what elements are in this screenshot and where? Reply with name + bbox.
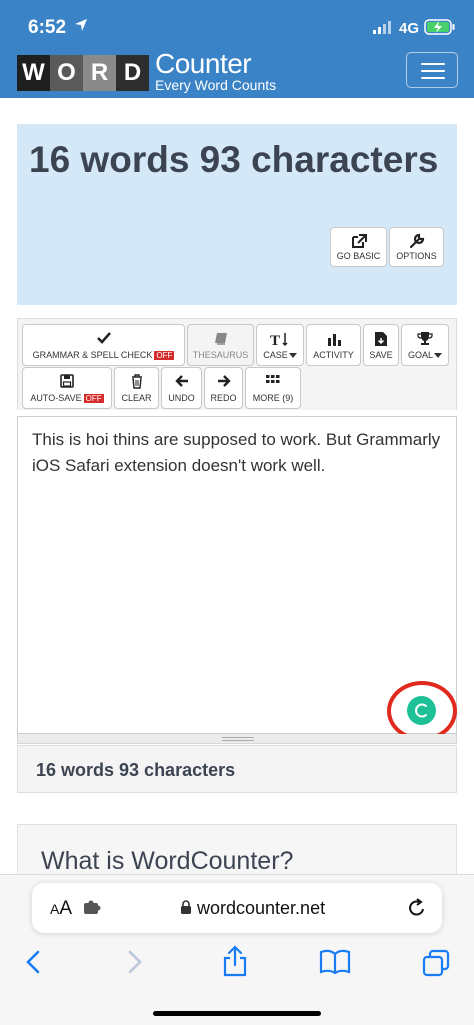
logo-wordmark[interactable]: Counter Every Word Counts xyxy=(155,48,277,93)
clear-button[interactable]: CLEAR xyxy=(114,367,159,409)
bottom-count-bar: 16 words 93 characters xyxy=(17,745,457,793)
text-case-icon: T xyxy=(270,333,288,347)
logo-letter: O xyxy=(50,55,83,91)
redo-label: REDO xyxy=(210,393,237,403)
more-label: MORE (9) xyxy=(252,393,294,403)
bar-chart-icon xyxy=(327,334,341,346)
options-label: OPTIONS xyxy=(396,251,437,261)
grammarly-icon xyxy=(415,703,427,718)
address-bar[interactable]: AAAA wordcounter.net xyxy=(32,883,442,933)
text-editor[interactable]: This is hoi thins are supposed to work. … xyxy=(17,416,457,734)
redo-button[interactable]: REDO xyxy=(204,367,243,409)
network-type: 4G xyxy=(399,20,420,37)
grammar-label: GRAMMAR & SPELL CHECK xyxy=(32,350,153,360)
about-heading: What is WordCounter? xyxy=(41,847,294,875)
bookmarks-icon[interactable] xyxy=(319,949,351,975)
home-indicator xyxy=(153,1011,321,1016)
reload-icon[interactable] xyxy=(406,897,428,919)
extension-puzzle-icon[interactable] xyxy=(82,900,102,916)
goal-dropdown[interactable]: GOAL xyxy=(401,324,449,366)
battery-charging-icon xyxy=(424,19,455,35)
go-basic-button[interactable]: GO BASIC xyxy=(330,227,387,267)
page-settings-button[interactable]: AAAA xyxy=(50,898,72,920)
floppy-disk-icon xyxy=(60,374,74,388)
logo-letter: W xyxy=(17,55,50,91)
caret-down-icon xyxy=(288,353,297,359)
activity-label: ACTIVITY xyxy=(313,350,354,360)
trophy-icon xyxy=(417,332,433,345)
checkmark-icon xyxy=(96,332,111,344)
share-icon[interactable] xyxy=(222,945,248,977)
go-basic-label: GO BASIC xyxy=(336,251,381,261)
book-icon xyxy=(214,333,227,345)
count-summary-panel: 16 words 93 characters GO BASIC OPTIONS xyxy=(17,124,457,305)
options-button[interactable]: OPTIONS xyxy=(389,227,444,267)
forward-icon[interactable] xyxy=(126,949,144,975)
auto-save-label: AUTO-SAVE xyxy=(30,393,82,403)
logo-tagline: Every Word Counts xyxy=(155,77,277,93)
site-header: 6:52 4G W O R D Counter Every Word Count… xyxy=(0,0,474,98)
goal-label: GOAL xyxy=(407,350,433,360)
case-dropdown[interactable]: T CASE xyxy=(256,324,304,366)
grammar-off-badge: OFF xyxy=(154,351,175,360)
page-title: 16 words 93 characters xyxy=(29,139,439,180)
save-button[interactable]: SAVE xyxy=(363,324,399,366)
thesaurus-label: THESAURUS xyxy=(192,350,249,360)
grammar-spell-check-button[interactable]: GRAMMAR & SPELL CHECK OFF xyxy=(22,324,185,366)
editor-content[interactable]: This is hoi thins are supposed to work. … xyxy=(32,427,442,479)
undo-button[interactable]: UNDO xyxy=(161,367,202,409)
undo-label: UNDO xyxy=(168,393,195,403)
case-label: CASE xyxy=(263,350,288,360)
arrow-right-icon xyxy=(217,375,231,387)
tabs-icon[interactable] xyxy=(422,949,450,977)
wrench-icon xyxy=(409,233,424,249)
svg-text:T: T xyxy=(270,333,280,347)
menu-icon-bar xyxy=(421,70,445,72)
bottom-count-text: 16 words 93 characters xyxy=(36,760,236,780)
grid-icon xyxy=(266,375,280,383)
thesaurus-button[interactable]: THESAURUS xyxy=(187,324,254,366)
logo-letter: R xyxy=(83,55,116,91)
menu-icon-bar xyxy=(421,77,445,79)
editor-resize-handle[interactable] xyxy=(17,734,457,744)
cellular-signal-icon xyxy=(373,21,391,34)
caret-down-icon xyxy=(434,353,442,359)
logo-letter: D xyxy=(116,55,149,91)
back-icon[interactable] xyxy=(24,949,42,975)
clear-label: CLEAR xyxy=(121,393,152,403)
activity-button[interactable]: ACTIVITY xyxy=(306,324,361,366)
editor-toolbar: GRAMMAR & SPELL CHECK OFF THESAURUS T CAS… xyxy=(17,318,457,410)
logo-word: Counter xyxy=(155,48,252,79)
save-label: SAVE xyxy=(369,350,393,360)
lock-icon xyxy=(181,900,191,914)
auto-save-off-badge: OFF xyxy=(83,394,104,403)
location-arrow-icon xyxy=(75,19,87,31)
grammarly-button[interactable] xyxy=(407,696,436,725)
external-link-icon xyxy=(351,234,367,248)
more-button[interactable]: MORE (9) xyxy=(245,367,301,409)
grip-icon xyxy=(222,737,254,741)
menu-icon xyxy=(421,63,445,65)
site-logo[interactable]: W O R D xyxy=(17,55,149,91)
safari-toolbar: AAAA wordcounter.net xyxy=(0,874,474,1025)
url-text[interactable]: wordcounter.net xyxy=(197,898,325,919)
auto-save-button[interactable]: AUTO-SAVE OFF xyxy=(22,367,112,409)
status-time: 6:52 xyxy=(28,17,67,38)
download-file-icon xyxy=(375,332,387,346)
arrow-left-icon xyxy=(174,375,188,387)
hamburger-menu-button[interactable] xyxy=(406,52,458,88)
trash-icon xyxy=(131,374,142,389)
